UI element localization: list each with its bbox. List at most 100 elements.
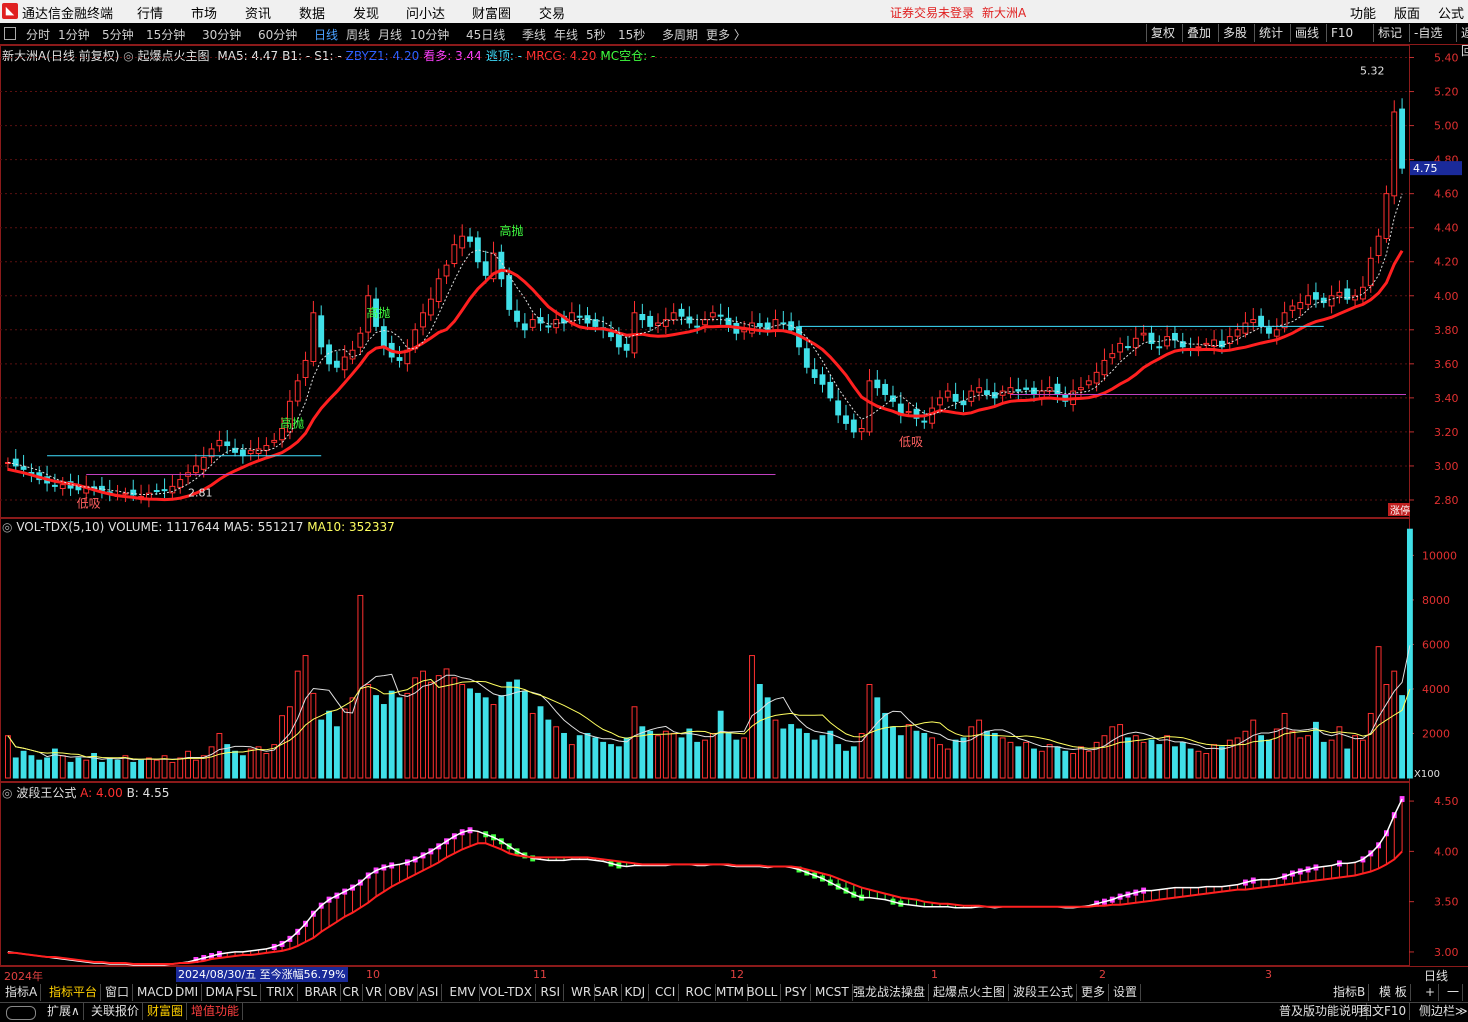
- volume-tick-label: 4000: [1422, 683, 1450, 696]
- price-chart[interactable]: 5.405.205.004.804.604.404.204.003.803.60…: [0, 45, 1468, 518]
- period-tab-11[interactable]: 季线: [522, 26, 546, 43]
- toolbar-right-button-3[interactable]: 统计: [1254, 24, 1287, 42]
- period-tab-5[interactable]: 60分钟: [258, 26, 297, 43]
- period-tab-8[interactable]: 月线: [378, 26, 402, 43]
- volume-dropdown-icon[interactable]: ◎: [2, 520, 12, 534]
- indicator-tab-3[interactable]: MACD: [134, 984, 177, 1001]
- extension-tab-0[interactable]: 扩展∧: [44, 1003, 84, 1020]
- period-tab-9[interactable]: 10分钟: [410, 26, 449, 43]
- period-tab-6[interactable]: 日线: [314, 26, 338, 43]
- month-label: 3: [1265, 968, 1272, 981]
- indicator-tab-7[interactable]: TRIX: [264, 984, 298, 1001]
- volume-tick-label: 8000: [1422, 594, 1450, 607]
- toolbar-right-button-4[interactable]: 画线: [1290, 24, 1323, 42]
- toolbar-right-button-6[interactable]: 标记: [1373, 24, 1406, 42]
- indicator-tab-9[interactable]: CR: [340, 984, 364, 1001]
- indicator-tab-13[interactable]: EMV: [447, 984, 480, 1001]
- toolbar-right-button-7[interactable]: -自选: [1409, 24, 1446, 42]
- indicator-tab-15[interactable]: RSI: [538, 984, 564, 1001]
- toolbar-right-button-0[interactable]: 复权: [1146, 24, 1179, 42]
- indicator-tab-14[interactable]: VOL-TDX: [477, 984, 536, 1001]
- indicator-tab-19[interactable]: CCI: [652, 984, 680, 1001]
- wave-chart[interactable]: 4.50 4.00 3.50 3.00: [0, 782, 1468, 966]
- toolbar-right-button-8[interactable]: 返回: [1456, 24, 1468, 58]
- indicator-tab-18[interactable]: KDJ: [622, 984, 650, 1001]
- period-tab-7[interactable]: 周线: [346, 26, 370, 43]
- wave-tick-label: 4.00: [1434, 845, 1459, 858]
- menu-item-news[interactable]: 资讯: [245, 3, 271, 22]
- indicator-tab-2[interactable]: 窗口: [102, 984, 134, 1001]
- indicator-tab-0[interactable]: 指标A: [2, 984, 42, 1001]
- period-tab-3[interactable]: 15分钟: [146, 26, 185, 43]
- login-status[interactable]: 证券交易未登录: [890, 4, 974, 21]
- extension-right-tab-2[interactable]: 侧边栏≫: [1416, 1003, 1468, 1020]
- menu-item-market[interactable]: 市场: [191, 3, 217, 22]
- candle-body: [506, 275, 513, 310]
- indicator-right-tab-3[interactable]: 一: [1444, 984, 1464, 1001]
- menu-item-formula[interactable]: 公式: [1438, 3, 1464, 22]
- toolbar-right-button-2[interactable]: 多股: [1218, 24, 1251, 42]
- menu-item-ask[interactable]: 问小达: [406, 3, 445, 22]
- indicator-tab-8[interactable]: BRAR: [302, 984, 342, 1001]
- indicator-tab-29[interactable]: 设置: [1110, 984, 1142, 1001]
- candle-body: [1266, 327, 1272, 334]
- indicator-tab-4[interactable]: DMI: [172, 984, 203, 1001]
- indicator-tab-17[interactable]: SAR: [591, 984, 623, 1001]
- indicator-tab-27[interactable]: 波段王公式: [1010, 984, 1078, 1001]
- menu-item-wealth[interactable]: 财富圈: [472, 3, 511, 22]
- volume-info-line: ◎ VOL-TDX(5,10) VOLUME: 1117644 MA5: 551…: [2, 520, 395, 534]
- toolbar-right-button-5[interactable]: F10: [1326, 24, 1357, 42]
- period-tab-12[interactable]: 年线: [554, 26, 578, 43]
- toolbar-right-button-1[interactable]: 叠加: [1182, 24, 1215, 42]
- sidebar-toggle-icon[interactable]: [4, 27, 16, 40]
- wave-dropdown-icon[interactable]: ◎: [2, 786, 12, 800]
- menu-item-discover[interactable]: 发现: [353, 3, 379, 22]
- indicator-tab-24[interactable]: MCST: [812, 984, 853, 1001]
- indicator-tab-23[interactable]: PSY: [782, 984, 811, 1001]
- period-tab-4[interactable]: 30分钟: [202, 26, 241, 43]
- indicator-tab-6[interactable]: FSL: [233, 984, 261, 1001]
- indicator-tab-12[interactable]: ASI: [416, 984, 443, 1001]
- extension-right-tab-1[interactable]: 图文F10: [1357, 1003, 1411, 1020]
- menu-item-layout[interactable]: 版面: [1394, 3, 1420, 22]
- menu-item-quotes[interactable]: 行情: [137, 3, 163, 22]
- indicator-tab-11[interactable]: OBV: [386, 984, 419, 1001]
- indicator-tab-10[interactable]: VR: [363, 984, 387, 1001]
- period-tab-2[interactable]: 5分钟: [102, 26, 134, 43]
- candle-body: [498, 251, 505, 280]
- indicator-tab-25[interactable]: 强龙战法操盘: [850, 984, 930, 1001]
- menu-item-data[interactable]: 数据: [299, 3, 325, 22]
- period-tab-10[interactable]: 45日线: [466, 26, 505, 43]
- indicator-tab-22[interactable]: BOLL: [744, 984, 782, 1001]
- toggle-switch-icon[interactable]: [6, 1006, 36, 1020]
- extension-tab-2[interactable]: 财富圈: [144, 1003, 188, 1020]
- volume-bar: [1320, 741, 1327, 779]
- indicator-right-tab-0[interactable]: 指标B: [1330, 984, 1370, 1001]
- indicator-right-tab-2[interactable]: +: [1422, 984, 1440, 1001]
- candle-body: [1125, 346, 1131, 349]
- period-tab-15[interactable]: 多周期: [662, 26, 698, 43]
- period-tab-1[interactable]: 1分钟: [58, 26, 90, 43]
- current-price-label: 4.75: [1413, 162, 1438, 175]
- extension-tab-3[interactable]: 增值功能: [188, 1003, 244, 1020]
- volume-chart[interactable]: 10000 8000 6000 4000 2000 X100: [0, 518, 1468, 782]
- indicator-tab-26[interactable]: 起爆点火主图: [930, 984, 1010, 1001]
- period-indicator[interactable]: 日线: [1424, 967, 1448, 984]
- period-tab-16[interactable]: 更多 〉: [706, 26, 746, 43]
- extension-right-tab-0[interactable]: 普及版功能说明: [1276, 1003, 1368, 1020]
- wave-info-line: ◎ 波段王公式 A: 4.00 B: 4.55: [2, 784, 169, 801]
- indicator-right-tab-1[interactable]: 模 板: [1376, 984, 1411, 1001]
- extension-tab-1[interactable]: 关联报价: [88, 1003, 144, 1020]
- volume-bar: [796, 728, 802, 779]
- period-tab-14[interactable]: 15秒: [618, 26, 645, 43]
- indicator-tab-28[interactable]: 更多: [1078, 984, 1110, 1001]
- indicator-tab-1[interactable]: 指标平台: [46, 984, 102, 1001]
- candle-body: [780, 322, 787, 325]
- period-tab-13[interactable]: 5秒: [586, 26, 606, 43]
- period-tab-0[interactable]: 分时: [26, 26, 50, 43]
- volume-bar: [717, 710, 724, 779]
- menu-item-function[interactable]: 功能: [1350, 3, 1376, 22]
- candle-body: [678, 308, 685, 317]
- indicator-tab-20[interactable]: ROC: [683, 984, 716, 1001]
- menu-item-trade[interactable]: 交易: [539, 3, 565, 22]
